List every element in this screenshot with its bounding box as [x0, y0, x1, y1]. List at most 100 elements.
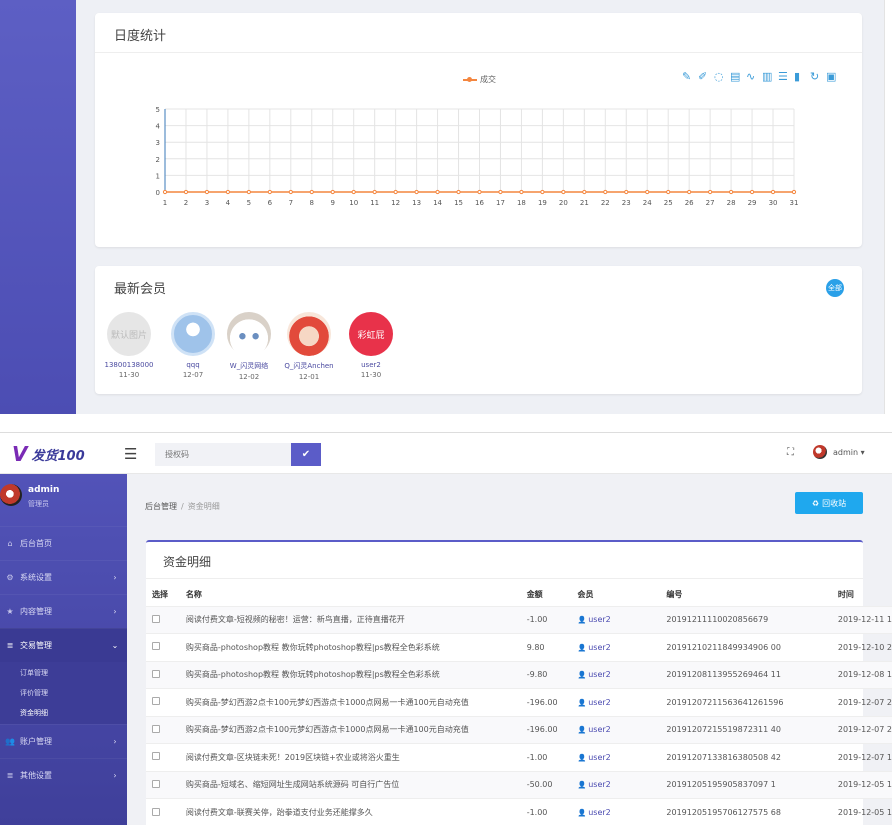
table-row[interactable]: 阅读付费文章-区块链未死！2019区块链+农业或将浴火重生 -1.00 👤 user2… — [146, 743, 892, 771]
logo[interactable]: V 发货100 — [12, 442, 85, 466]
sidebar-item-3[interactable]: ★ 内容管理 › — [0, 594, 127, 628]
row-checkbox[interactable] — [152, 669, 160, 678]
name-cell: 阅读付费文章-联赛关停，跆拳道支付业务还能撑多久 — [179, 798, 521, 825]
member-item[interactable]: Q_闪灵Anchen 12-01 — [279, 312, 339, 381]
card-title: 最新会员 — [114, 282, 167, 297]
sidebar-item-4[interactable]: ≣ 交易管理 ⌄ — [0, 628, 127, 662]
number-cell: 20191208113955269464 11 — [660, 660, 832, 689]
data-point — [582, 189, 587, 195]
x-tick-label: 1 — [163, 199, 167, 207]
data-point — [309, 189, 314, 195]
name-cell: 购买商品-梦幻西游2点卡100元梦幻西游点卡1000点网易一卡通100元自动充值 — [179, 688, 521, 716]
breadcrumb-current: 资金明细 — [187, 502, 220, 511]
member-item[interactable]: 彩虹屁 user2 11-30 — [341, 312, 401, 379]
number-cell: 20191210211849934906 00 — [660, 633, 832, 661]
chevron-icon: ⌄ — [111, 641, 119, 650]
column-header: 编号 — [666, 590, 683, 600]
data-point — [498, 189, 503, 195]
all-members-button[interactable]: 全部 — [826, 279, 844, 297]
member-cell[interactable]: 👤 user2 — [571, 770, 661, 799]
latest-members-card: 最新会员 全部 默认图片 13800138000 11-30 qqq 12-07 W_闪灵… — [95, 266, 862, 394]
admin-menu[interactable]: admin ▾ — [813, 445, 865, 459]
submenu-item[interactable]: 评价管理 — [20, 688, 48, 698]
recycle-bin-button[interactable]: ♻ 回收站 — [795, 492, 863, 514]
user-icon: 👤 — [577, 781, 587, 790]
x-tick-label: 28 — [727, 199, 736, 207]
data-point — [393, 189, 398, 195]
sidebar-item-5[interactable]: 👥 账户管理 › — [0, 724, 127, 758]
avatar: 彩虹屁 — [349, 312, 393, 356]
data-point — [351, 189, 356, 195]
x-tick-label: 4 — [226, 199, 231, 207]
data-point — [749, 189, 755, 195]
number-cell: 20191207133816380508 42 — [660, 743, 832, 771]
fund-details-screen: V 发货100 ☰ ✔ ⛶ admin ▾ admin 管理员 ⌂ 后台首页 ⚙ 系统… — [0, 432, 892, 825]
member-cell[interactable]: 👤 user2 — [571, 743, 661, 771]
row-checkbox[interactable] — [152, 752, 160, 761]
member-item[interactable]: qqq 12-07 — [163, 312, 223, 379]
divider — [146, 578, 863, 579]
data-point — [225, 189, 230, 195]
member-join-date: 12-02 — [238, 373, 260, 381]
y-tick-label: 2 — [156, 156, 160, 164]
daily-stats-chart: 0123451 2 3 4 5 6 7 8 9 10 11 12 13 14 15 16 17 18 19 20 21 2… — [156, 106, 799, 207]
member-name: 13800138000 — [104, 361, 154, 369]
row-checkbox[interactable] — [152, 614, 160, 623]
name-cell: 购买商品-photoshop教程 教你玩转photoshop教程|ps教程全色彩… — [179, 633, 521, 661]
amount-cell: 9.80 — [520, 633, 572, 661]
y-tick-label: 1 — [156, 172, 160, 180]
submenu-item[interactable]: 订单管理 — [20, 668, 48, 678]
breadcrumb-root[interactable]: 后台管理 — [145, 502, 177, 511]
member-cell[interactable]: 👤 user2 — [571, 688, 661, 716]
table-row[interactable]: 购买商品-梦幻西游2点卡100元梦幻西游点卡1000点网易一卡通100元自动充值… — [146, 715, 892, 744]
check-icon: ✔ — [301, 449, 311, 460]
row-checkbox[interactable] — [152, 642, 160, 651]
auth-code-input[interactable] — [155, 443, 291, 466]
column-header: 时间 — [837, 590, 854, 600]
x-tick-label: 30 — [769, 199, 778, 207]
sidebar-item-2[interactable]: ⚙ 系统设置 › — [0, 560, 127, 594]
auth-submit-button[interactable]: ✔ — [291, 443, 321, 466]
name-cell: 购买商品-梦幻西游2点卡100元梦幻西游点卡1000点网易一卡通100元自动充值 — [179, 715, 521, 744]
fullscreen-icon[interactable]: ⛶ — [787, 447, 794, 458]
member-cell[interactable]: 👤 user2 — [571, 633, 661, 661]
user-group-icon: 👥 — [5, 737, 15, 746]
member-cell[interactable]: 👤 user2 — [571, 605, 661, 634]
submenu-item[interactable]: 资金明细 — [20, 708, 48, 718]
column-header: 名称 — [185, 590, 202, 600]
row-checkbox[interactable] — [152, 807, 160, 816]
member-item[interactable]: 默认图片 13800138000 11-30 — [99, 312, 159, 379]
home-icon: ⌂ — [7, 539, 13, 548]
user-icon: 👤 — [577, 809, 587, 817]
row-checkbox[interactable] — [152, 724, 160, 733]
sidebar-item-label: 系统设置 — [20, 573, 52, 582]
data-point — [288, 189, 293, 195]
sidebar-item-label: 其他设置 — [20, 771, 52, 780]
x-tick-label: 5 — [247, 199, 251, 207]
sidebar — [0, 0, 76, 414]
sidebar-item-1[interactable]: ⌂ 后台首页 — [0, 526, 127, 560]
avatar — [171, 312, 215, 356]
member-cell[interactable]: 👤 user2 — [571, 715, 661, 744]
table-row[interactable]: 购买商品-梦幻西游2点卡100元梦幻西游点卡1000点网易一卡通100元自动充值… — [146, 688, 892, 716]
row-checkbox[interactable] — [152, 779, 160, 788]
member-item[interactable]: W_闪灵网络 12-02 — [219, 312, 279, 381]
x-tick-label: 9 — [330, 199, 334, 207]
menu-toggle-icon[interactable]: ☰ — [124, 445, 137, 463]
sidebar-item-label: 账户管理 — [20, 737, 52, 746]
table-row[interactable]: 购买商品-短域名、缩短网址生成网站系统源码 可自行广告位 -50.00 👤 user2… — [146, 770, 892, 799]
table-row[interactable]: 阅读付费文章-联赛关停，跆拳道支付业务还能撑多久 -1.00 👤 user2 20191… — [146, 798, 892, 825]
table-row[interactable]: 购买商品-photoshop教程 教你玩转photoshop教程|ps教程全色彩… — [146, 633, 892, 661]
member-name: W_闪灵网络 — [229, 362, 269, 370]
member-cell[interactable]: 👤 user2 — [571, 798, 661, 825]
member-cell[interactable]: 👤 user2 — [571, 660, 661, 689]
sidebar-item-6[interactable]: ≣ 其他设置 › — [0, 758, 127, 792]
x-tick-label: 3 — [205, 199, 209, 207]
row-checkbox[interactable] — [152, 697, 160, 706]
time-cell: 2019-12-05 1 — [831, 798, 892, 825]
table-row[interactable]: 购买商品-photoshop教程 教你玩转photoshop教程|ps教程全色彩… — [146, 660, 892, 689]
x-tick-label: 21 — [580, 199, 589, 207]
table-row[interactable]: 阅读付费文章-短视频的秘密！运营：新鸟直播，正待直播花开 -1.00 👤 user2 2… — [146, 605, 892, 634]
y-tick-label: 5 — [156, 106, 160, 114]
data-point — [456, 189, 461, 195]
